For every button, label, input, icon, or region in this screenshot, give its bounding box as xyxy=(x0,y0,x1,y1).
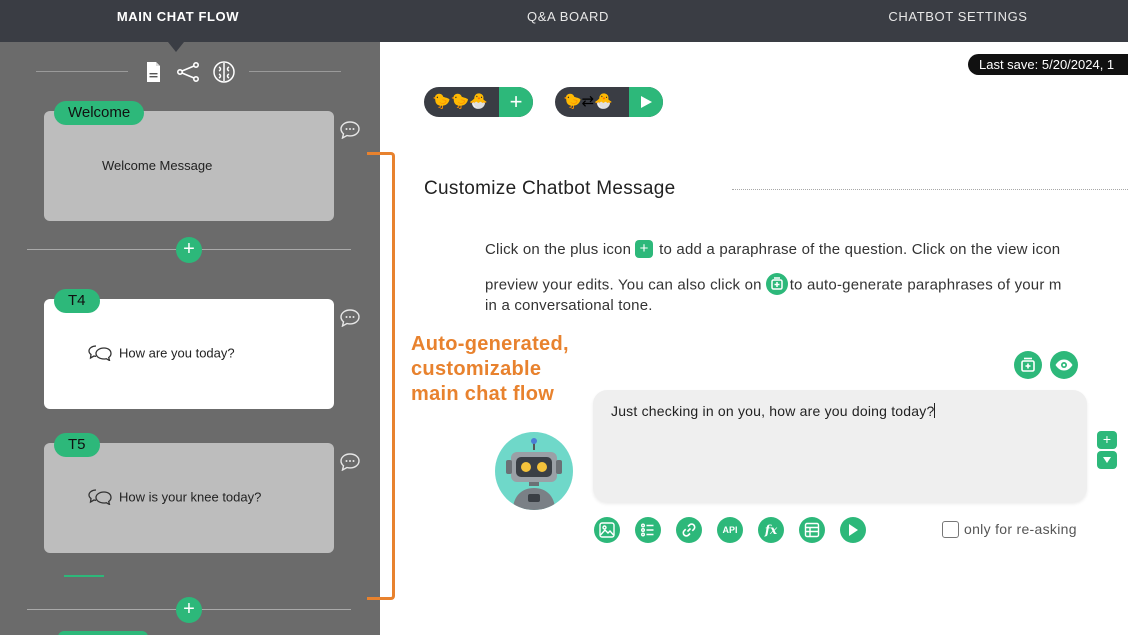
node-text: How are you today? xyxy=(88,344,235,364)
chat-bubbles-icon xyxy=(88,488,113,508)
chatbot-message-input[interactable]: Just checking in on you, how are you doi… xyxy=(593,390,1087,502)
tab-main-chat-flow[interactable]: MAIN CHAT FLOW xyxy=(68,0,288,42)
next-node-tag xyxy=(58,631,148,635)
auto-generate-button[interactable] xyxy=(1014,351,1042,379)
auto-generate-icon xyxy=(765,273,788,295)
checkbox-box[interactable] xyxy=(942,521,959,538)
document-icon[interactable] xyxy=(141,60,165,84)
image-icon[interactable] xyxy=(594,517,620,543)
annotation-line: main chat flow xyxy=(411,383,555,405)
list-icon[interactable] xyxy=(635,517,661,543)
ducks-icon: 🐤🐤🐣 xyxy=(432,93,489,110)
chat-bubbles-icon xyxy=(88,344,113,364)
flow-node-t5[interactable]: T5 How is your knee today? xyxy=(44,433,334,553)
node-text: How is your knee today? xyxy=(88,488,261,508)
active-tab-caret xyxy=(168,42,184,52)
api-button[interactable]: API xyxy=(717,517,743,543)
comment-icon[interactable] xyxy=(340,309,360,328)
node-text-label: How are you today? xyxy=(119,345,235,361)
preview-eye-button[interactable] xyxy=(1050,351,1078,379)
text-caret xyxy=(934,403,936,418)
node-text-label: How is your knee today? xyxy=(119,489,262,505)
function-button[interactable]: fx xyxy=(758,517,784,543)
play-icon xyxy=(629,87,663,117)
reask-checkbox[interactable]: only for re-asking xyxy=(942,521,1077,538)
flow-node-t4[interactable]: T4 How are you today? xyxy=(44,289,334,409)
instruction-text: Click on the plus icon xyxy=(485,240,632,258)
add-paraphrase-pill[interactable]: 🐤🐤🐣 + xyxy=(424,87,533,117)
reask-label: only for re-asking xyxy=(964,521,1077,537)
flow-share-icon[interactable] xyxy=(176,60,200,84)
chatbot-avatar xyxy=(495,432,573,510)
instruction-line: in a conversational tone. xyxy=(485,297,653,314)
comment-icon[interactable] xyxy=(340,453,360,472)
fx-label: fx xyxy=(764,523,778,537)
node-tag: T5 xyxy=(54,433,100,457)
api-label: API xyxy=(722,525,738,535)
hidden-node-tag xyxy=(64,575,104,577)
instruction-text: preview your edits. You can also click o… xyxy=(485,276,762,294)
tab-chatbot-settings[interactable]: CHATBOT SETTINGS xyxy=(848,0,1068,42)
plus-icon: + xyxy=(635,240,654,258)
tab-qa-board[interactable]: Q&A BOARD xyxy=(458,0,678,42)
test-conversation-pill[interactable]: 🐤⇄🐣 xyxy=(555,87,663,117)
brain-icon[interactable] xyxy=(212,60,236,84)
annotation-line: Auto-generated, xyxy=(411,333,569,355)
link-icon[interactable] xyxy=(676,517,702,543)
instruction-text: to add a paraphrase of the question. Cli… xyxy=(659,240,1061,258)
last-save-badge: Last save: 5/20/2024, 1 xyxy=(968,54,1128,75)
add-message-button[interactable]: + xyxy=(1097,431,1117,449)
app-root: MAIN CHAT FLOW Q&A BOARD CHATBOT SETTING… xyxy=(0,0,1128,635)
comment-icon[interactable] xyxy=(340,121,360,140)
instruction-line: preview your edits. You can also click o… xyxy=(485,273,1062,298)
instruction-line: Click on the plus icon + to add a paraphra… xyxy=(485,240,1060,260)
send-icon[interactable] xyxy=(840,517,866,543)
toolbar-divider-left xyxy=(36,71,128,72)
message-text: Just checking in on you, how are you doi… xyxy=(611,403,935,419)
instruction-text: to auto-generate paraphrases of your m xyxy=(789,276,1062,294)
flow-sidebar: Welcome Welcome Message + T4 How are you… xyxy=(0,42,380,635)
table-icon[interactable] xyxy=(799,517,825,543)
flow-node-welcome[interactable]: Welcome Welcome Message xyxy=(44,101,334,221)
add-node-button[interactable]: + xyxy=(176,237,202,263)
toolbar-divider-right xyxy=(249,71,341,72)
node-tag: Welcome xyxy=(54,101,145,125)
title-rule xyxy=(732,189,1128,190)
top-nav: MAIN CHAT FLOW Q&A BOARD CHATBOT SETTING… xyxy=(0,0,1128,42)
expand-down-button[interactable] xyxy=(1097,451,1117,469)
annotation-text: Auto-generated, customizable main chat f… xyxy=(411,332,611,407)
ducks-swap-icon: 🐤⇄🐣 xyxy=(563,93,613,110)
annotation-line: customizable xyxy=(411,358,542,380)
plus-icon: + xyxy=(499,87,533,117)
section-title: Customize Chatbot Message xyxy=(424,178,676,199)
node-text: Welcome Message xyxy=(102,158,213,173)
sidebar-toolbar xyxy=(36,60,341,84)
annotation-bracket xyxy=(367,152,395,600)
add-node-button[interactable]: + xyxy=(176,597,202,623)
node-tag: T4 xyxy=(54,289,100,313)
